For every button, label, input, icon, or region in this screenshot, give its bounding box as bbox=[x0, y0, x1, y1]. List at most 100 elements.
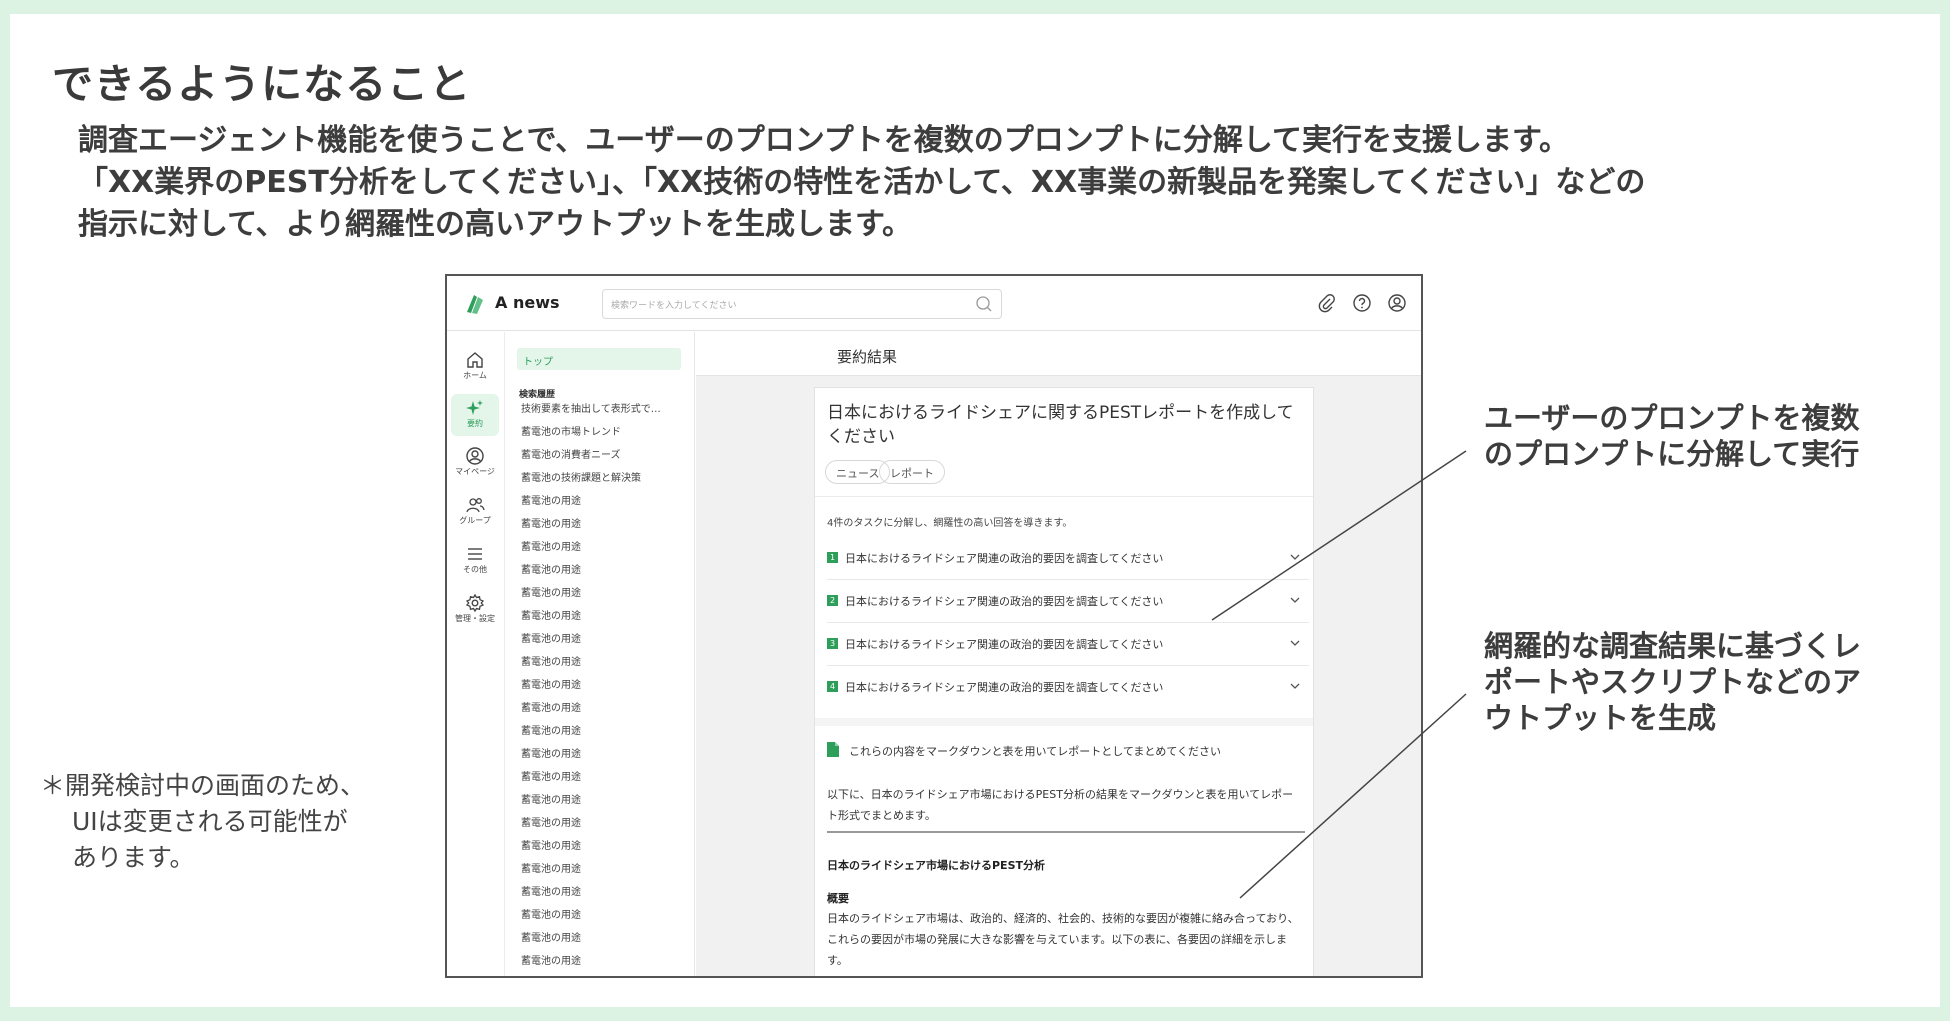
history-item[interactable]: 蓄電池の用途 bbox=[521, 908, 661, 931]
history-item[interactable]: 技術要素を抽出して表形式で… bbox=[521, 402, 661, 425]
home-icon bbox=[467, 352, 483, 368]
history-item[interactable]: 蓄電池の用途 bbox=[521, 954, 661, 976]
task-item[interactable]: 4 日本におけるライドシェア関連の政治的要因を調査してください bbox=[827, 667, 1309, 709]
gear-icon bbox=[465, 593, 485, 613]
rail-item-mypage[interactable]: マイページ bbox=[451, 442, 499, 484]
rail-label: ホーム bbox=[463, 371, 487, 380]
task-item[interactable]: 2 日本におけるライドシェア関連の政治的要因を調査してください bbox=[827, 581, 1309, 623]
help-icon[interactable] bbox=[1352, 293, 1372, 313]
rail-item-settings[interactable]: 管理・設定 bbox=[451, 589, 499, 631]
task-number: 4 bbox=[827, 681, 838, 692]
history-item[interactable]: 蓄電池の用途 bbox=[521, 632, 661, 655]
note-line: UIは変更される可能性が bbox=[72, 807, 348, 836]
callout-line: ユーザーのプロンプトを複数 bbox=[1484, 401, 1860, 435]
task-number: 2 bbox=[827, 595, 838, 606]
history-item[interactable]: 蓄電池の用途 bbox=[521, 770, 661, 793]
rail-label: その他 bbox=[463, 565, 487, 574]
answer-intro: 以下に、日本のライドシェア市場におけるPEST分析の結果をマークダウンと表を用い… bbox=[827, 788, 1294, 822]
callout-line: ウトプットを生成 bbox=[1484, 701, 1717, 735]
rail-item-home[interactable]: ホーム bbox=[451, 346, 499, 388]
history-item[interactable]: 蓄電池の用途 bbox=[521, 885, 661, 908]
answer-rule bbox=[827, 831, 1305, 833]
chevron-down-icon[interactable] bbox=[1289, 594, 1301, 606]
history-item[interactable]: 蓄電池の用途 bbox=[521, 931, 661, 954]
history-item[interactable]: 蓄電池の用途 bbox=[521, 494, 661, 517]
history-list: 技術要素を抽出して表形式で… 蓄電池の市場トレンド 蓄電池の消費者ニーズ 蓄電池の技術… bbox=[521, 402, 661, 978]
answer-heading: 日本のライドシェア市場におけるPEST分析 bbox=[827, 859, 1046, 872]
history-item[interactable]: 蓄電池の用途 bbox=[521, 678, 661, 701]
task-text: 日本におけるライドシェア関連の政治的要因を調査してください bbox=[845, 681, 1164, 694]
history-item[interactable]: 蓄電池の用途 bbox=[521, 655, 661, 678]
request-text: 日本におけるライドシェアに関するPESTレポートを作成してください bbox=[827, 403, 1294, 447]
history-item[interactable]: 蓄電池の用途 bbox=[521, 701, 661, 724]
search-input[interactable]: 検索ワードを入力してください bbox=[602, 289, 1002, 319]
history-item[interactable]: 蓄電池の用途 bbox=[521, 793, 661, 816]
chevron-down-icon[interactable] bbox=[1289, 680, 1301, 692]
rail-item-more[interactable]: その他 bbox=[451, 540, 499, 582]
task-number: 1 bbox=[827, 552, 838, 563]
callout-line: のプロンプトに分解して実行 bbox=[1484, 437, 1860, 471]
history-item[interactable]: 蓄電池の用途 bbox=[521, 839, 661, 862]
history-item[interactable]: 蓄電池の用途 bbox=[521, 609, 661, 632]
rail-item-group[interactable]: グループ bbox=[451, 491, 499, 533]
chevron-down-icon[interactable] bbox=[1289, 637, 1301, 649]
history-item[interactable]: 蓄電池の技術課題と解決策 bbox=[521, 471, 661, 494]
answer-subheading: 概要 bbox=[827, 892, 849, 905]
paperclip-icon[interactable] bbox=[1317, 293, 1337, 313]
history-top-link[interactable]: トップ bbox=[517, 348, 681, 370]
task-intro: 4件のタスクに分解し、網羅性の高い回答を導きます。 bbox=[827, 518, 1073, 529]
divider bbox=[815, 496, 1313, 497]
rail-item-summary[interactable]: 要約 bbox=[451, 394, 499, 436]
callout-line: 網羅的な調査結果に基づくレ bbox=[1484, 629, 1862, 663]
history-item[interactable]: 蓄電池の用途 bbox=[521, 724, 661, 747]
history-heading: 検索履歴 bbox=[519, 390, 556, 400]
logo-text: A news bbox=[495, 293, 560, 312]
history-item[interactable]: 蓄電池の用途 bbox=[521, 517, 661, 540]
history-item[interactable]: 蓄電池の市場トレンド bbox=[521, 425, 661, 448]
logo-icon bbox=[467, 295, 483, 314]
callout-line: ポートやスクリプトなどのア bbox=[1484, 665, 1862, 699]
page-title: できるようになること bbox=[52, 60, 472, 108]
callout-decompose: ユーザーのプロンプトを複数 のプロンプトに分解して実行 bbox=[1484, 400, 1860, 472]
intro-text: 調査エージェント機能を使うことで、ユーザーのプロンプトを複数のプロンプトに分解し… bbox=[78, 120, 1645, 246]
chevron-down-icon[interactable] bbox=[1289, 551, 1301, 563]
history-item[interactable]: 蓄電池の用途 bbox=[521, 586, 661, 609]
main-header: 要約結果 bbox=[696, 332, 1421, 376]
rail-label: 要約 bbox=[467, 419, 483, 428]
tag-report[interactable]: レポート bbox=[879, 460, 945, 484]
rail-label: 管理・設定 bbox=[455, 614, 495, 623]
followup-prompt: これらの内容をマークダウンと表を用いてレポートとしてまとめてください bbox=[849, 745, 1222, 758]
main-panel: 要約結果 日本におけるライドシェアに関するPESTレポートを作成してください ニ… bbox=[696, 332, 1421, 976]
account-icon[interactable] bbox=[1387, 293, 1407, 313]
nav-rail: ホーム 要約 マイページ グループ その他 管理・設定 bbox=[447, 332, 505, 976]
sparkle-icon bbox=[466, 400, 483, 415]
rail-label: マイページ bbox=[455, 467, 495, 476]
task-item[interactable]: 3 日本におけるライドシェア関連の政治的要因を調査してください bbox=[827, 624, 1309, 666]
search-placeholder: 検索ワードを入力してください bbox=[611, 301, 737, 311]
rail-label: グループ bbox=[459, 516, 491, 525]
history-item[interactable]: 蓄電池の用途 bbox=[521, 816, 661, 839]
task-number: 3 bbox=[827, 638, 838, 649]
history-item[interactable]: 蓄電池の用途 bbox=[521, 563, 661, 586]
task-text: 日本におけるライドシェア関連の政治的要因を調査してください bbox=[845, 595, 1164, 608]
task-text: 日本におけるライドシェア関連の政治的要因を調査してください bbox=[845, 552, 1164, 565]
divider bbox=[815, 718, 1313, 726]
callout-output: 網羅的な調査結果に基づくレ ポートやスクリプトなどのア ウトプットを生成 bbox=[1484, 628, 1861, 736]
app-screenshot: A news 検索ワードを入力してください ホーム 要約 マイページ グループ … bbox=[445, 274, 1423, 978]
history-sidebar: トップ 検索履歴 技術要素を抽出して表形式で… 蓄電池の市場トレンド 蓄電池の消費者… bbox=[505, 332, 695, 978]
history-item[interactable]: 蓄電池の用途 bbox=[521, 747, 661, 770]
app-header: A news 検索ワードを入力してください bbox=[447, 276, 1421, 331]
history-item[interactable]: 蓄電池の消費者ニーズ bbox=[521, 448, 661, 471]
task-item[interactable]: 1 日本におけるライドシェア関連の政治的要因を調査してください bbox=[827, 538, 1309, 580]
note-line: ＊開発検討中の画面のため、 bbox=[40, 771, 366, 800]
history-item[interactable]: 蓄電池の用途 bbox=[521, 540, 661, 563]
task-text: 日本におけるライドシェア関連の政治的要因を調査してください bbox=[845, 638, 1164, 651]
disclaimer-note: ＊開発検討中の画面のため、 UIは変更される可能性が あります。 bbox=[40, 768, 365, 876]
menu-icon bbox=[468, 548, 482, 560]
history-item[interactable]: 蓄電池の用途 bbox=[521, 977, 661, 978]
history-item[interactable]: 蓄電池の用途 bbox=[521, 862, 661, 885]
main-title: 要約結果 bbox=[837, 348, 898, 366]
result-card: 日本におけるライドシェアに関するPESTレポートを作成してください ニュース レ… bbox=[814, 387, 1314, 976]
search-icon[interactable] bbox=[975, 295, 993, 313]
intro-line: 「XX業界のPEST分析をしてください」、「XX技術の特性を活かして、XX事業の… bbox=[78, 165, 1646, 200]
